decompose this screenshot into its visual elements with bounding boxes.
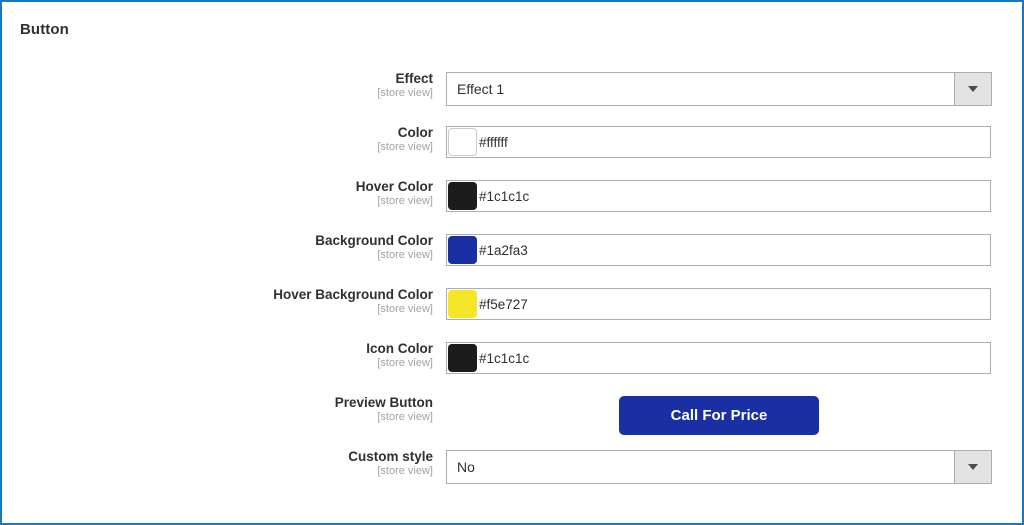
- field-row-preview-button: Preview Button [store view] Call For Price: [2, 395, 1024, 450]
- field-label-custom-style: Custom style [store view]: [2, 449, 433, 478]
- field-label-background-color: Background Color [store view]: [2, 233, 433, 262]
- field-label-text-background-color: Background Color: [315, 233, 433, 248]
- color-swatch-hover-background-color[interactable]: [448, 290, 477, 318]
- field-label-effect: Effect [store view]: [2, 71, 433, 100]
- select-custom-style[interactable]: No: [446, 450, 992, 484]
- field-scope-hover-color: [store view]: [377, 195, 433, 208]
- select-effect[interactable]: Effect 1: [446, 72, 992, 106]
- color-swatch-background-color[interactable]: [448, 236, 477, 264]
- field-label-color: Color [store view]: [2, 125, 433, 154]
- button-settings-form: Effect [store view] Effect 1 Color [store vi…: [2, 71, 1024, 504]
- color-value-hover-background-color: #f5e727: [479, 296, 528, 312]
- call-for-price-button[interactable]: Call For Price: [619, 396, 819, 436]
- field-label-text-custom-style: Custom style: [348, 449, 433, 464]
- field-scope-custom-style: [store view]: [377, 465, 433, 478]
- control-wrap-color: #ffffff: [446, 126, 991, 158]
- control-wrap-hover-background-color: #f5e727: [446, 288, 991, 320]
- select-value-effect: Effect 1: [457, 81, 505, 97]
- color-field-hover-color[interactable]: #1c1c1c: [446, 180, 991, 212]
- field-label-preview-button: Preview Button [store view]: [2, 395, 433, 424]
- field-label-text-hover-background-color: Hover Background Color: [273, 287, 433, 302]
- field-scope-background-color: [store view]: [377, 249, 433, 262]
- field-scope-color: [store view]: [377, 141, 433, 154]
- field-row-hover-background-color: Hover Background Color [store view] #f5e72…: [2, 287, 1024, 342]
- field-label-text-hover-color: Hover Color: [355, 179, 433, 194]
- field-row-hover-color: Hover Color [store view] #1c1c1c: [2, 179, 1024, 234]
- field-scope-preview-button: [store view]: [377, 411, 433, 424]
- chevron-down-icon: [968, 86, 978, 92]
- select-value-custom-style: No: [457, 459, 475, 475]
- color-value-icon-color: #1c1c1c: [479, 350, 530, 366]
- settings-panel: Button Effect [store view] Effect 1 Color [s…: [0, 0, 1024, 525]
- field-scope-effect: [store view]: [377, 87, 433, 100]
- field-scope-icon-color: [store view]: [377, 357, 433, 370]
- field-row-background-color: Background Color [store view] #1a2fa3: [2, 233, 1024, 288]
- field-row-effect: Effect [store view] Effect 1: [2, 71, 1024, 126]
- field-row-color: Color [store view] #ffffff: [2, 125, 1024, 180]
- control-wrap-background-color: #1a2fa3: [446, 234, 991, 266]
- select-toggle-custom-style[interactable]: [954, 451, 991, 483]
- color-value-hover-color: #1c1c1c: [479, 188, 530, 204]
- control-wrap-custom-style: No: [446, 450, 992, 484]
- field-label-icon-color: Icon Color [store view]: [2, 341, 433, 370]
- control-wrap-icon-color: #1c1c1c: [446, 342, 991, 374]
- color-value-color: #ffffff: [479, 134, 508, 150]
- color-value-background-color: #1a2fa3: [479, 242, 528, 258]
- color-field-icon-color[interactable]: #1c1c1c: [446, 342, 991, 374]
- field-label-text-effect: Effect: [395, 71, 433, 86]
- control-wrap-preview-button: Call For Price: [446, 396, 992, 436]
- page-title: Button: [20, 21, 69, 38]
- color-field-hover-background-color[interactable]: #f5e727: [446, 288, 991, 320]
- select-toggle-effect[interactable]: [954, 73, 991, 105]
- field-label-text-icon-color: Icon Color: [366, 341, 433, 356]
- field-label-text-color: Color: [397, 125, 433, 140]
- field-row-icon-color: Icon Color [store view] #1c1c1c: [2, 341, 1024, 396]
- color-swatch-color[interactable]: [448, 128, 477, 156]
- field-label-hover-background-color: Hover Background Color [store view]: [2, 287, 433, 316]
- control-wrap-hover-color: #1c1c1c: [446, 180, 991, 212]
- color-swatch-hover-color[interactable]: [448, 182, 477, 210]
- color-field-background-color[interactable]: #1a2fa3: [446, 234, 991, 266]
- color-field-color[interactable]: #ffffff: [446, 126, 991, 158]
- field-row-custom-style: Custom style [store view] No: [2, 449, 1024, 504]
- field-scope-hover-background-color: [store view]: [377, 303, 433, 316]
- control-wrap-effect: Effect 1: [446, 72, 992, 106]
- color-swatch-icon-color[interactable]: [448, 344, 477, 372]
- chevron-down-icon: [968, 464, 978, 470]
- field-label-hover-color: Hover Color [store view]: [2, 179, 433, 208]
- field-label-text-preview-button: Preview Button: [334, 395, 433, 410]
